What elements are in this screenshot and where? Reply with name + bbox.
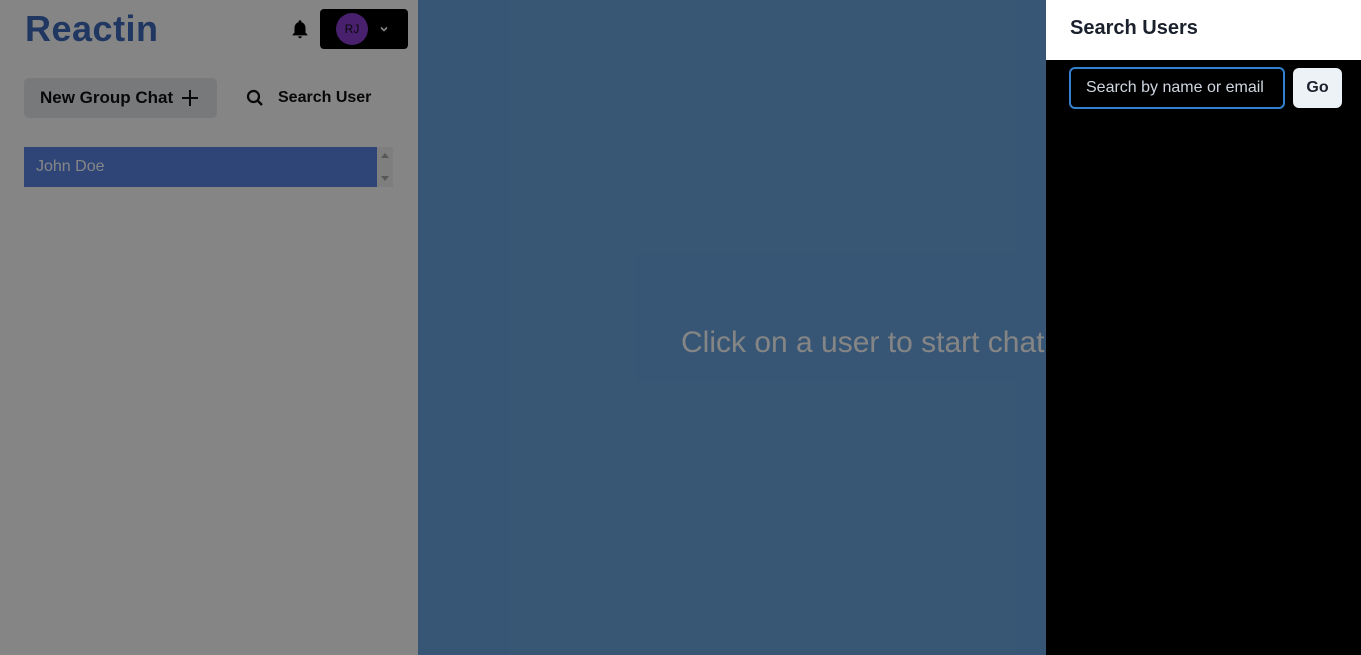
search-users-drawer: Search Users Go: [1046, 0, 1361, 655]
go-button[interactable]: Go: [1293, 68, 1342, 108]
drawer-title: Search Users: [1046, 0, 1361, 60]
app-root: Reactin RJ New Group Chat Search User Jo…: [0, 0, 1361, 655]
search-input[interactable]: [1069, 67, 1285, 109]
